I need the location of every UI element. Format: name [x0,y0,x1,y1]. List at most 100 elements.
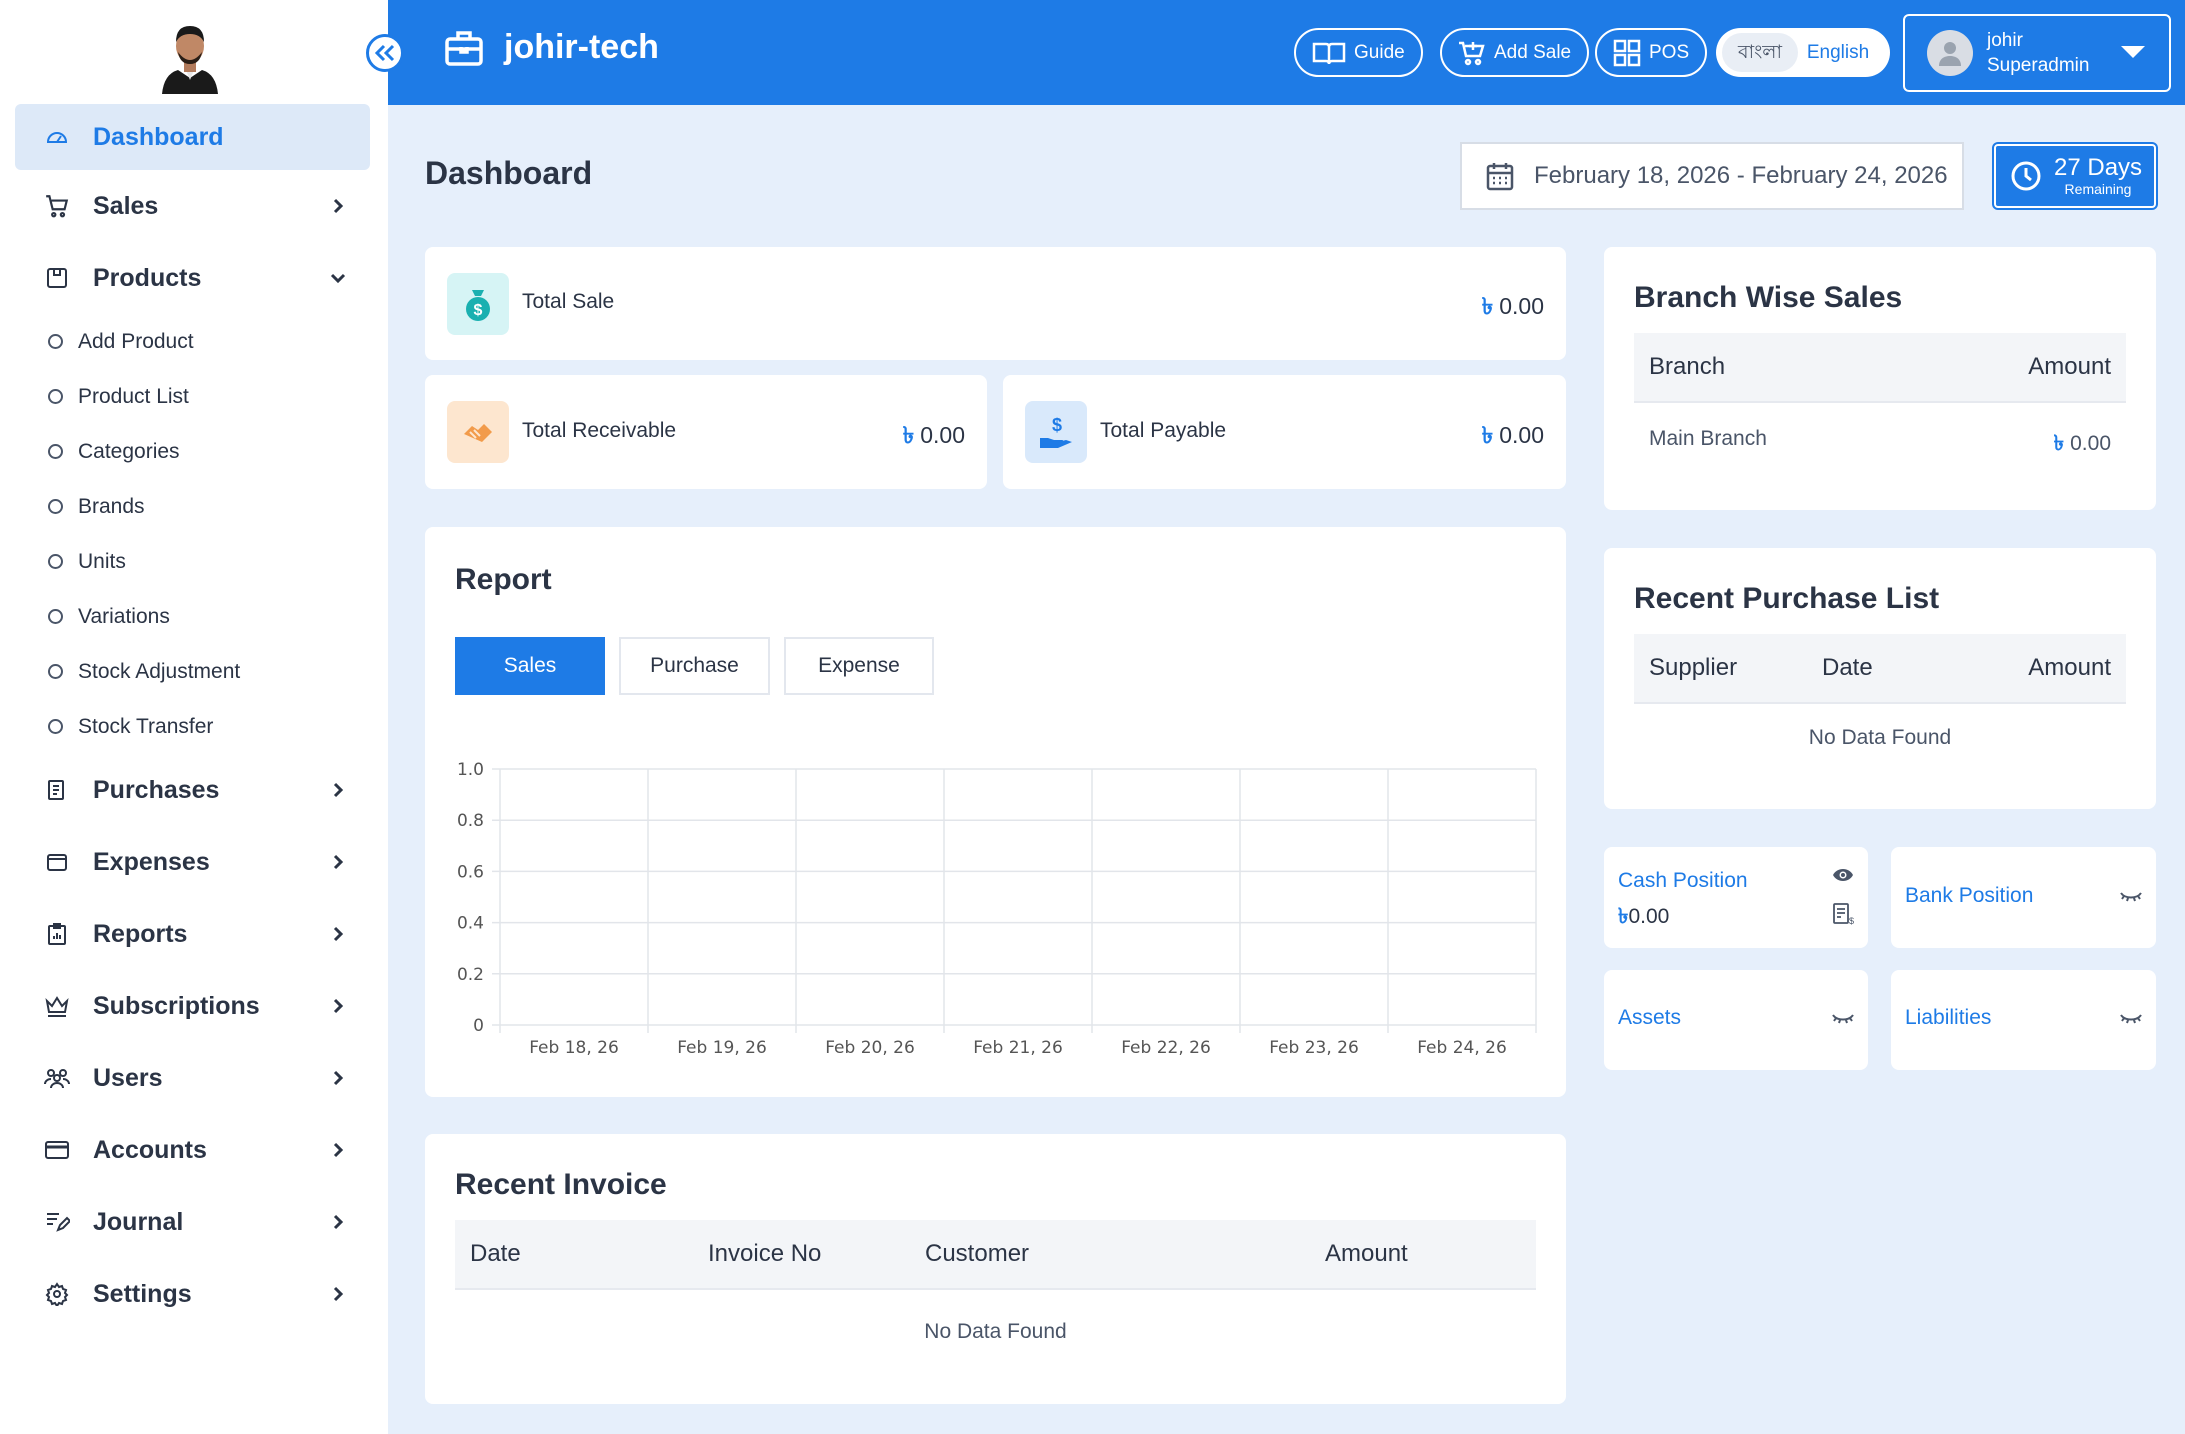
taka-icon: ৳ [902,422,915,448]
cash-position-label: Cash Position [1618,869,1748,892]
pos-button[interactable]: POS [1595,28,1708,77]
sidebar-subitem-categories[interactable]: Categories [15,424,370,479]
subitem-label: Product List [78,384,189,408]
y-tick-label: 0.8 [457,811,484,831]
assets-card[interactable]: Assets [1604,970,1868,1070]
y-tick-label: 0 [473,1016,484,1036]
circle-icon [48,444,63,459]
bank-position-card[interactable]: Bank Position [1891,847,2156,948]
sidebar-item-users[interactable]: Users [15,1042,370,1114]
sidebar-item-journal[interactable]: Journal [15,1186,370,1258]
total-payable-card: $ Total Payable ৳ 0.00 [1003,375,1566,489]
sidebar-item-reports[interactable]: Reports [15,898,370,970]
sidebar-subitem-brands[interactable]: Brands [15,479,370,534]
sidebar-item-label: Subscriptions [93,991,260,1020]
subitem-label: Categories [78,439,180,463]
total-sale-card: $ Total Sale ৳ 0.00 [425,247,1566,360]
chevron-down-icon [330,273,346,284]
cart-plus-icon [1459,41,1485,65]
assets-label: Assets [1618,1006,1682,1029]
eye-closed-icon[interactable] [1832,1013,1854,1025]
chevron-right-icon [333,1070,344,1086]
handshake-icon [447,401,509,463]
guide-button[interactable]: Guide [1294,28,1423,77]
bank-position-label: Bank Position [1905,884,2034,907]
pos-label: POS [1649,41,1690,63]
subscription-days-badge[interactable]: 27 Days Remaining [1994,144,2156,208]
sidebar-item-label: Reports [93,919,188,948]
sidebar-item-label: Users [93,1063,163,1092]
sidebar-item-label: Expenses [93,847,210,876]
total-sale-label: Total Sale [522,290,615,313]
date-range-picker[interactable]: February 18, 2026 - February 24, 2026 [1460,142,1964,210]
add-sale-button[interactable]: Add Sale [1440,28,1590,77]
col-customer: Customer [925,1240,1030,1267]
invoice-table-header: Date Invoice No Customer Amount [455,1220,1536,1290]
circle-icon [48,609,63,624]
edit-note-icon [43,1208,71,1236]
eye-closed-icon[interactable] [2120,891,2142,903]
branch-sales-title: Branch Wise Sales [1634,281,1903,314]
sidebar-item-sales[interactable]: Sales [15,170,370,242]
sidebar-item-products[interactable]: Products [15,242,370,314]
lang-english-option[interactable]: English [1798,42,1878,64]
collapse-sidebar-button[interactable] [366,34,404,72]
subitem-label: Add Product [78,329,194,353]
liabilities-card[interactable]: Liabilities [1891,970,2156,1070]
days-remaining-caption: Remaining [2064,181,2132,197]
circle-icon [48,719,63,734]
sidebar-item-purchases[interactable]: Purchases [15,754,370,826]
ledger-icon[interactable]: $ [1832,902,1854,926]
svg-text:$: $ [1052,415,1062,435]
total-receivable-label: Total Receivable [522,419,677,442]
sidebar-item-label: Purchases [93,775,220,804]
sidebar-item-label: Dashboard [93,122,224,151]
sidebar-item-settings[interactable]: Settings [15,1258,370,1330]
chevron-right-icon [333,1214,344,1230]
taka-icon: ৳ [1618,905,1629,928]
gear-icon [43,1280,71,1308]
taka-icon: ৳ [1481,293,1494,319]
sidebar-subitem-stock-transfer[interactable]: Stock Transfer [15,699,370,754]
lang-bangla-option[interactable]: বাংলা [1722,33,1798,72]
sidebar-item-dashboard[interactable]: Dashboard [15,104,370,170]
chevron-right-icon [333,998,344,1014]
user-menu[interactable]: johir Superadmin [1903,14,2171,92]
double-chevron-left-icon [374,44,395,62]
top-header: johir-tech Guide Add Sale POS বাংলা Engl… [388,0,2185,105]
page-title: Dashboard [425,155,593,191]
y-tick-label: 1.0 [457,760,484,780]
sidebar: Dashboard Sales Products Add Product Pro… [0,0,388,1434]
sidebar-subitem-units[interactable]: Units [15,534,370,589]
total-payable-label: Total Payable [1100,419,1227,442]
clipboard-icon [43,920,71,948]
sidebar-subitem-variations[interactable]: Variations [15,589,370,644]
users-icon [43,1064,71,1092]
col-amount: Amount [1325,1240,1408,1267]
total-receivable-card: Total Receivable ৳ 0.00 [425,375,987,489]
y-tick-label: 0.6 [457,862,484,882]
sidebar-item-subscriptions[interactable]: Subscriptions [15,970,370,1042]
box-icon [43,264,71,292]
sidebar-item-expenses[interactable]: Expenses [15,826,370,898]
user-role: Superadmin [1987,55,2090,76]
clock-icon [2011,161,2041,191]
circle-icon [48,499,63,514]
sidebar-subitem-add-product[interactable]: Add Product [15,314,370,369]
gauge-icon [43,123,71,151]
sidebar-item-accounts[interactable]: Accounts [15,1114,370,1186]
sidebar-subitem-product-list[interactable]: Product List [15,369,370,424]
col-branch: Branch [1649,353,1726,380]
eye-icon[interactable] [1832,867,1854,883]
sidebar-item-label: Sales [93,191,159,220]
cash-position-card[interactable]: Cash Position ৳0.00 $ [1604,847,1868,948]
sidebar-subitem-stock-adjustment[interactable]: Stock Adjustment [15,644,370,699]
total-receivable-value: ৳ 0.00 [903,417,965,456]
wallet-icon [43,848,71,876]
days-remaining: 27 Days [2054,154,2143,181]
col-date: Date [470,1240,521,1267]
eye-closed-icon[interactable] [2120,1013,2142,1025]
col-amount: Amount [2028,353,2111,380]
language-switch: বাংলা English [1716,28,1890,77]
brand: johir-tech [444,28,659,67]
